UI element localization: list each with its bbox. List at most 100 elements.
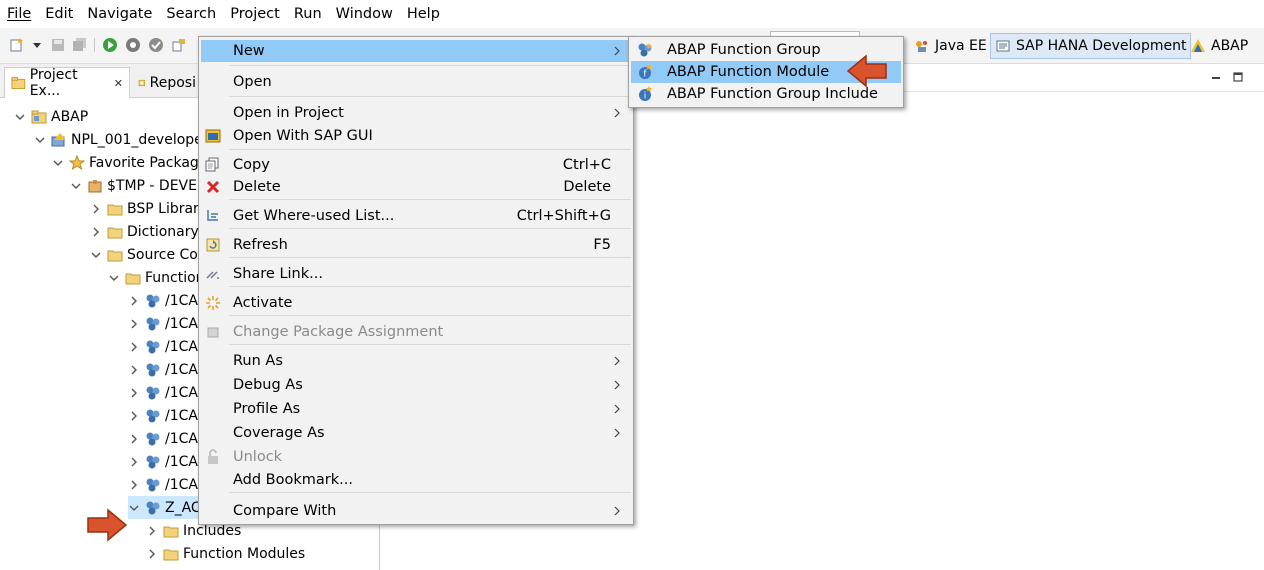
tree-item-label: Function [145,269,205,286]
menu-item-shortcut: Ctrl+C [562,157,611,173]
perspective-sap-hana-development[interactable]: SAP HANA Development [990,33,1192,59]
tree-item-label: Function Modules [183,545,306,562]
chevron-down-icon[interactable] [108,272,120,284]
run-icon[interactable] [102,37,118,53]
chevron-right-icon[interactable] [128,318,140,330]
menu-item-compare-with[interactable]: Compare With [201,500,631,522]
menu-item-open-with-sap-gui[interactable]: Open With SAP GUI [201,125,631,147]
tab-project-explorer[interactable]: Project Ex... ✕ [4,67,130,99]
folder-icon [107,204,123,215]
menu-item-open[interactable]: Open [201,71,631,93]
package-icon [88,179,102,192]
new-wizard-icon[interactable] [9,37,25,53]
menu-item-new[interactable]: New [201,40,631,62]
check-icon[interactable] [148,37,164,53]
tree-item[interactable]: Favorite Package [52,151,207,174]
chevron-right-icon[interactable] [128,456,140,468]
menu-navigate[interactable]: Navigate [80,0,159,28]
tree-item[interactable]: /1CA [128,358,198,381]
menu-item-label: Add Bookmark... [233,472,353,488]
tree-item[interactable]: /1CA [128,427,198,450]
menu-help[interactable]: Help [400,0,447,28]
menu-item-share-link[interactable]: Share Link... [201,263,631,285]
chevron-right-icon[interactable] [128,479,140,491]
function-group-icon [146,340,160,353]
activate-toolbar-icon[interactable] [171,37,187,53]
tree-item[interactable]: ABAP [14,105,88,128]
chevron-right-icon[interactable] [90,226,102,238]
folder-icon [125,273,141,284]
menu-item-run-as[interactable]: Run As [201,350,631,372]
menu-item-activate[interactable]: Activate [201,292,631,314]
tab-repository[interactable]: Reposi [132,67,202,98]
menu-item-open-in-project[interactable]: Open in Project [201,102,631,124]
menu-run[interactable]: Run [287,0,329,28]
star-icon [69,154,85,170]
menu-item-debug-as[interactable]: Debug As [201,374,631,396]
function-group-icon [146,409,160,422]
save-all-icon[interactable] [72,37,88,53]
chevron-down-icon[interactable] [34,134,46,146]
tree-item[interactable]: Function Modules [146,542,305,565]
tree-item-label: /1CA [165,361,198,378]
menu-item-get-where-used-list[interactable]: Get Where-used List... Ctrl+Shift+G [201,205,631,227]
chevron-right-icon[interactable] [128,364,140,376]
chevron-down-icon[interactable] [14,111,26,123]
menu-item-refresh[interactable]: Refresh F5 [201,234,631,256]
minimize-icon[interactable] [1210,72,1222,84]
tree-item[interactable]: Source Coc [90,243,206,266]
menu-window[interactable]: Window [329,0,400,28]
tree-item[interactable]: Dictionary [90,220,199,243]
tree-item[interactable]: /1CA [128,312,198,335]
tree-item[interactable]: /1CA [128,450,198,473]
tree-item[interactable]: /1CA [128,335,198,358]
chevron-down-icon[interactable] [70,180,82,192]
menu-file[interactable]: File [0,0,38,28]
tree-item-label: /1CA [165,407,198,424]
function-group-icon [146,478,160,491]
tree-item[interactable]: NPL_001_developer [34,128,209,151]
function-group-icon [146,501,160,514]
menu-search[interactable]: Search [159,0,223,28]
tree-item-label: /1CA [165,315,198,332]
close-icon[interactable]: ✕ [114,77,123,90]
tree-item[interactable]: /1CA [128,289,198,312]
menu-item-label: Open in Project [233,105,344,121]
tree-item[interactable]: Function [108,266,205,289]
menu-item-copy[interactable]: Copy Ctrl+C [201,154,631,176]
menu-project[interactable]: Project [223,0,287,28]
chevron-right-icon[interactable] [128,295,140,307]
chevron-right-icon[interactable] [128,341,140,353]
new-dropdown-icon[interactable] [32,37,42,53]
menu-item-coverage-as[interactable]: Coverage As [201,422,631,444]
tree-item[interactable]: /1CA [128,473,198,496]
chevron-right-icon[interactable] [90,203,102,215]
tree-item[interactable]: /1CA [128,404,198,427]
menu-separator [229,286,631,287]
perspective-abap[interactable]: ABAP [1186,33,1252,59]
tree-item[interactable]: $TMP - DEVEL [70,174,205,197]
chevron-down-icon[interactable] [52,157,64,169]
perspective-label: ABAP [1211,38,1249,54]
tree-item-label: Dictionary [127,223,199,240]
perspective-java-ee[interactable]: Java EE [910,33,991,59]
chevron-right-icon[interactable] [128,433,140,445]
menu-item-delete[interactable]: Delete Delete [201,176,631,198]
maximize-icon[interactable] [1232,71,1244,83]
refresh-icon [206,238,220,252]
chevron-right-icon[interactable] [128,410,140,422]
menu-item-add-bookmark[interactable]: Add Bookmark... [201,469,631,491]
menu-separator [229,96,631,97]
tree-item[interactable]: /1CA [128,381,198,404]
submenu-arrow-icon [614,46,620,56]
debug-icon[interactable] [125,37,141,53]
menu-edit[interactable]: Edit [38,0,80,28]
tree-item[interactable]: BSP Library [90,197,207,220]
chevron-right-icon[interactable] [146,548,158,560]
chevron-right-icon[interactable] [146,525,158,537]
chevron-down-icon[interactable] [90,249,102,261]
menu-item-label: Coverage As [233,425,325,441]
chevron-right-icon[interactable] [128,387,140,399]
save-icon[interactable] [50,37,66,53]
menu-item-profile-as[interactable]: Profile As [201,398,631,420]
